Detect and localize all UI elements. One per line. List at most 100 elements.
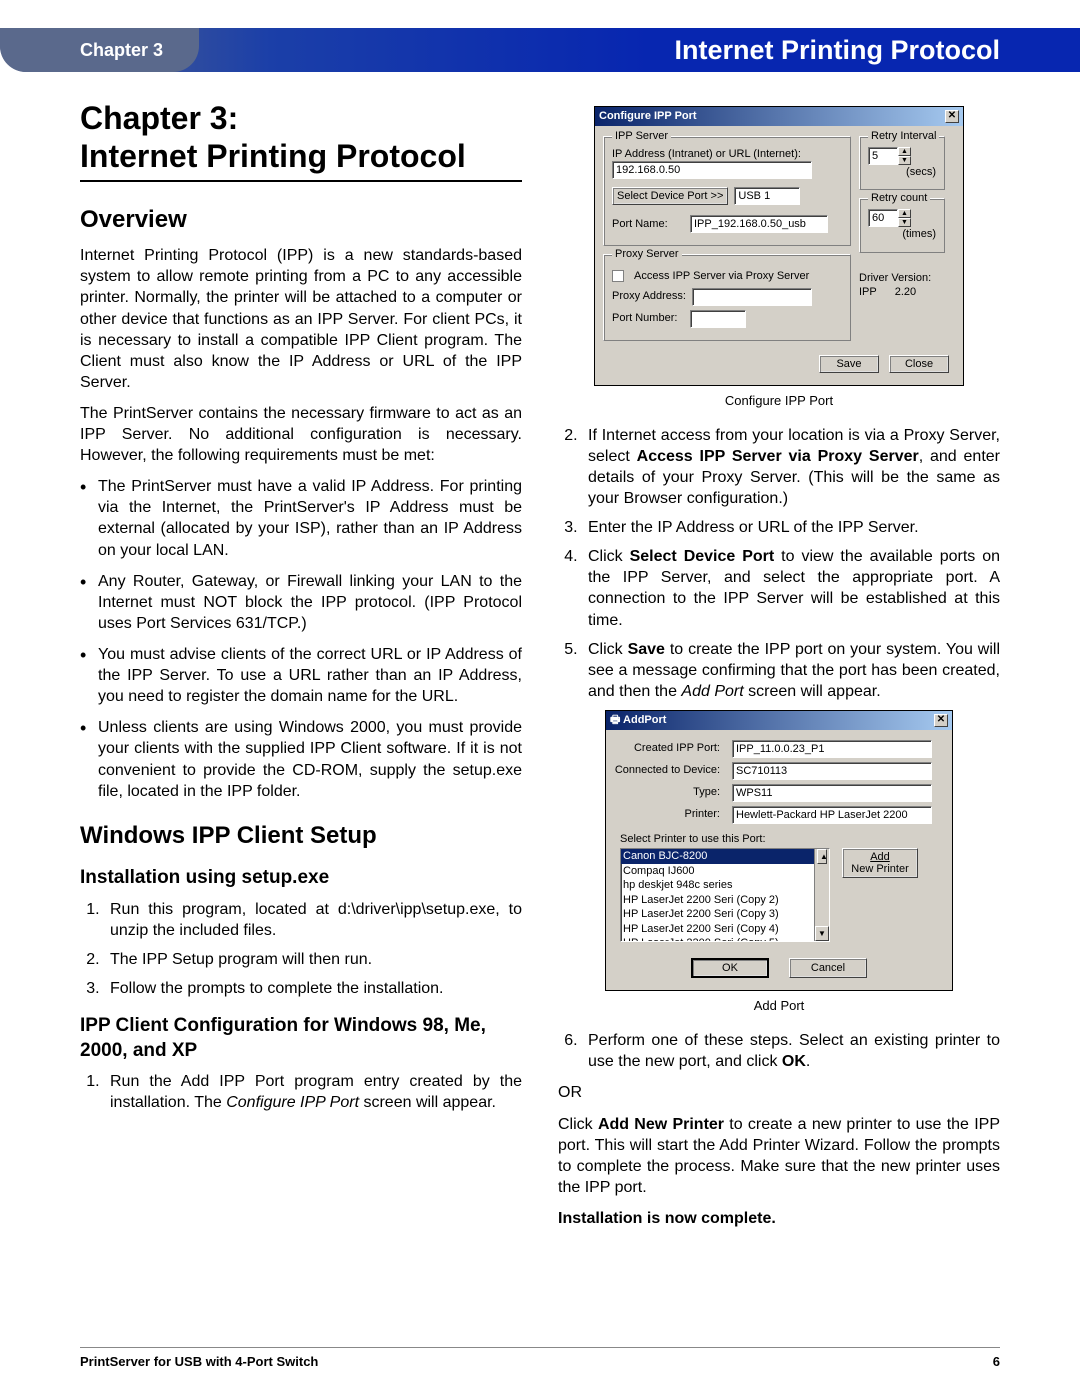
spinner[interactable]: ▲▼ — [898, 147, 911, 165]
list-item[interactable]: hp deskjet 948c series — [621, 878, 829, 893]
add-new-printer-button[interactable]: Add New Printer — [842, 848, 918, 878]
proxy-port-input[interactable] — [690, 310, 746, 328]
scrollbar[interactable]: ▲ ▼ — [814, 849, 829, 941]
chapter-heading-line2: Internet Printing Protocol — [80, 138, 466, 174]
list-item[interactable]: HP LaserJet 2200 Seri (Copy 2) — [621, 893, 829, 908]
text: screen will appear. — [744, 683, 881, 700]
chapter-heading-line1: Chapter 3: — [80, 100, 238, 136]
retry-count-input[interactable] — [868, 209, 898, 227]
groupbox-legend: Retry Interval — [868, 129, 939, 144]
config-heading-line2: 2000, and XP — [80, 1040, 197, 1061]
proxy-checkbox[interactable] — [612, 270, 624, 282]
scroll-up-icon[interactable]: ▲ — [817, 849, 827, 864]
page-body: Chapter 3: Internet Printing Protocol Ov… — [80, 100, 1000, 1337]
retry-interval-unit: (secs) — [868, 165, 936, 180]
list-item[interactable]: HP LaserJet 2200 Seri (Copy 5) — [621, 936, 829, 942]
spinner[interactable]: ▲▼ — [898, 209, 911, 227]
config-steps-left: Run the Add IPP Port program entry creat… — [80, 1071, 522, 1113]
figure-caption: Configure IPP Port — [558, 392, 1000, 409]
text-italic: Add Port — [681, 683, 743, 700]
proxy-checkbox-label: Access IPP Server via Proxy Server — [634, 269, 809, 284]
type-field: WPS11 — [732, 784, 932, 802]
driver-version-label: Driver Version: — [859, 271, 955, 286]
select-device-port-button[interactable]: Select Device Port >> — [612, 187, 728, 205]
cancel-button[interactable]: Cancel — [789, 958, 867, 978]
list-item[interactable]: HP LaserJet 2200 Seri (Copy 4) — [621, 922, 829, 937]
text-italic: Configure IPP Port — [226, 1094, 359, 1111]
list-item[interactable]: HP LaserJet 2200 Seri (Copy 3) — [621, 907, 829, 922]
created-port-field: IPP_11.0.0.23_P1 — [732, 740, 932, 758]
list-item: Follow the prompts to complete the insta… — [104, 978, 522, 999]
connected-device-field: SC710113 — [732, 762, 932, 780]
proxy-address-label: Proxy Address: — [612, 289, 686, 304]
text-bold: Select Device Port — [630, 548, 775, 565]
list-item: Click Select Device Port to view the ava… — [582, 546, 1000, 630]
right-column: Configure IPP Port ✕ IPP Server IP Addre… — [558, 100, 1000, 1337]
retry-count-unit: (times) — [868, 227, 936, 242]
close-button[interactable]: Close — [889, 355, 949, 373]
groupbox-legend: Proxy Server — [612, 247, 682, 262]
overview-heading: Overview — [80, 204, 522, 236]
list-item: You must advise clients of the correct U… — [98, 644, 522, 707]
left-column: Chapter 3: Internet Printing Protocol Ov… — [80, 100, 522, 1337]
dialog-title: Configure IPP Port — [599, 109, 697, 124]
requirements-list: The PrintServer must have a valid IP Add… — [80, 476, 522, 802]
groupbox-legend: Retry count — [868, 191, 930, 206]
addport-dialog: 🖶 AddPort ✕ Created IPP Port: IPP_11.0.0.… — [605, 710, 953, 991]
proxy-port-label: Port Number: — [612, 311, 684, 326]
scroll-down-icon[interactable]: ▼ — [815, 926, 829, 941]
close-icon[interactable]: ✕ — [934, 714, 948, 727]
complete-text: Installation is now complete. — [558, 1208, 1000, 1229]
select-printer-label: Select Printer to use this Port: — [620, 832, 944, 847]
text: Click — [558, 1116, 598, 1133]
printer-field: Hewlett-Packard HP LaserJet 2200 — [732, 806, 932, 824]
config-heading: IPP Client Configuration for Windows 98,… — [80, 1013, 522, 1063]
text-bold: Add New Printer — [598, 1116, 724, 1133]
type-label: Type: — [614, 785, 726, 800]
text: screen will appear. — [359, 1094, 496, 1111]
groupbox-legend: IPP Server — [612, 129, 671, 144]
ip-address-label: IP Address (Intranet) or URL (Internet): — [612, 147, 842, 162]
list-item[interactable]: Compaq IJ600 — [621, 864, 829, 879]
config-steps-right: If Internet access from your location is… — [558, 425, 1000, 702]
config-steps-right-cont: Perform one of these steps. Select an ex… — [558, 1030, 1000, 1072]
list-item: The IPP Setup program will then run. — [104, 949, 522, 970]
driver-version: 2.20 — [895, 285, 916, 300]
text-bold: Save — [628, 641, 665, 658]
retry-interval-input[interactable] — [868, 147, 898, 165]
page-footer: PrintServer for USB with 4-Port Switch 6 — [80, 1347, 1000, 1369]
close-icon[interactable]: ✕ — [945, 110, 959, 123]
footer-left: PrintServer for USB with 4-Port Switch — [80, 1354, 318, 1369]
printer-listbox[interactable]: Canon BJC-8200 Compaq IJ600 hp deskjet 9… — [620, 848, 830, 942]
text: . — [806, 1053, 810, 1070]
created-port-label: Created IPP Port: — [614, 741, 726, 756]
dialog-titlebar: 🖶 AddPort ✕ — [606, 711, 952, 730]
save-button[interactable]: Save — [819, 355, 879, 373]
text-bold: OK — [782, 1053, 806, 1070]
list-item[interactable]: Canon BJC-8200 — [621, 849, 829, 864]
overview-p2: The PrintServer contains the necessary f… — [80, 403, 522, 466]
ip-address-input[interactable] — [612, 161, 812, 179]
proxy-address-input[interactable] — [692, 288, 812, 306]
port-name-input[interactable] — [690, 215, 828, 233]
configure-ipp-port-dialog: Configure IPP Port ✕ IPP Server IP Addre… — [594, 106, 964, 386]
dialog-title: 🖶 AddPort — [610, 713, 666, 728]
figure-caption: Add Port — [558, 997, 1000, 1014]
config-heading-line1: IPP Client Configuration for Windows 98,… — [80, 1015, 486, 1036]
list-item: Click Save to create the IPP port on you… — [582, 639, 1000, 702]
connected-device-label: Connected to Device: — [614, 763, 726, 778]
list-item: Run the Add IPP Port program entry creat… — [104, 1071, 522, 1113]
header-title: Internet Printing Protocol — [674, 35, 1000, 66]
text: New Printer — [851, 863, 908, 875]
add-new-printer-paragraph: Click Add New Printer to create a new pr… — [558, 1114, 1000, 1198]
chapter-heading: Chapter 3: Internet Printing Protocol — [80, 100, 522, 182]
printer-label: Printer: — [614, 807, 726, 822]
chapter-tab: Chapter 3 — [0, 28, 199, 72]
or-text: OR — [558, 1082, 1000, 1103]
retry-interval-groupbox: Retry Interval ▲▼ (secs) — [859, 136, 945, 191]
ok-button[interactable]: OK — [691, 958, 769, 978]
device-port-field[interactable] — [734, 187, 800, 205]
list-item: Enter the IP Address or URL of the IPP S… — [582, 517, 1000, 538]
install-steps: Run this program, located at d:\driver\i… — [80, 899, 522, 999]
list-item: Perform one of these steps. Select an ex… — [582, 1030, 1000, 1072]
